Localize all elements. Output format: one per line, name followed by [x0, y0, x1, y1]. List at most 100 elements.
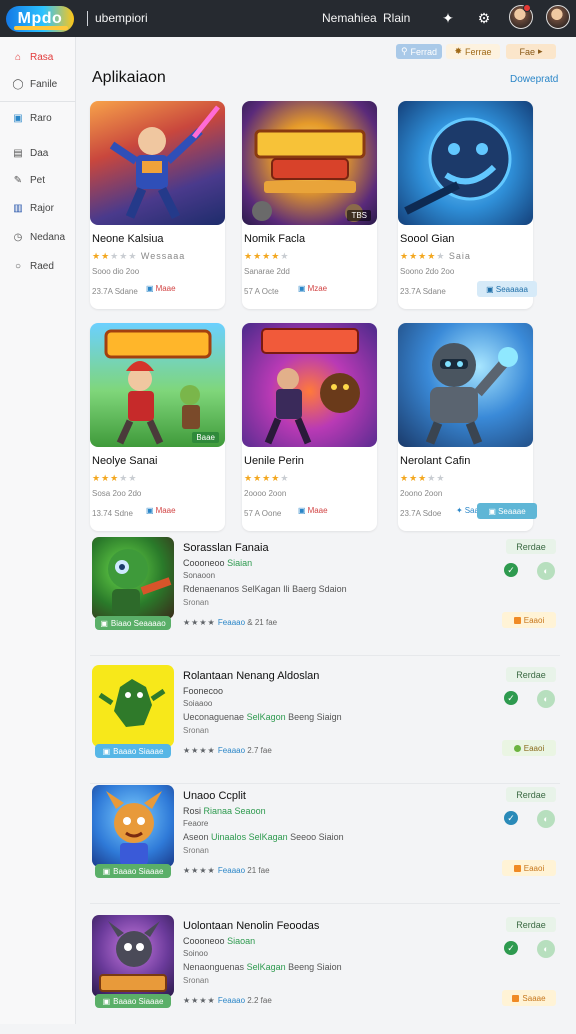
sidebar-item-label: Pet [30, 174, 46, 186]
star-icon: ★ [244, 473, 254, 483]
app-card[interactable]: Baae Neolye Sanai ★★★★★ Sosa 2oo 2do 13.… [90, 323, 225, 531]
window-icon: ▣ [488, 506, 499, 516]
app-image [398, 101, 533, 225]
chip-label: Ferrae [465, 46, 492, 57]
developer-highlight: Siaian [227, 558, 253, 568]
check-icon[interactable]: ✓ [504, 811, 518, 825]
toggle-icon[interactable]: ◐ [537, 562, 555, 580]
developer-label: Coooneoo [183, 936, 225, 946]
description-part: Rdenaenanos [183, 584, 240, 594]
rating-text: Wessaaa [137, 251, 186, 261]
button-label: Seaaae [498, 506, 526, 516]
app-thumbnail [92, 537, 174, 619]
rating-count: 2.2 fae [247, 996, 272, 1005]
download-pill[interactable]: ▣ Baaao Siaaae [95, 864, 171, 878]
sidebar-item-label: Rasa [30, 51, 54, 63]
filter-chip-2[interactable]: ✸ Ferrae [446, 44, 500, 59]
breadcrumb[interactable]: ubempiori [95, 11, 148, 25]
star-icon: ★ [92, 251, 102, 261]
nav-link-1[interactable]: Nemahiea [322, 11, 377, 25]
check-icon[interactable]: ✓ [504, 691, 518, 705]
app-size: 13.74 Sdne [92, 509, 133, 518]
action-button[interactable]: Eaaoi [502, 612, 556, 628]
star-icon: ★ [101, 473, 111, 483]
app-meta: 2oooo 2oon [244, 489, 287, 498]
app-tag[interactable]: ▣ Maae [298, 506, 328, 515]
star-rating: ★★★★★ [244, 251, 289, 262]
check-icon[interactable]: ✓ [504, 563, 518, 577]
tag-label: Maae [155, 284, 176, 293]
app-tag[interactable]: ▣ Mzae [298, 284, 327, 293]
star-rating: ★★★★★ Saia [400, 251, 471, 262]
action-label: Saaae [522, 993, 546, 1003]
nav-link-2[interactable]: Rlain [383, 11, 410, 25]
app-image [90, 101, 225, 225]
description-part: SelKagan [241, 584, 281, 594]
description-part: Seeoo Siaion [290, 832, 344, 842]
sidebar-item-pet[interactable]: ✎ Pet [0, 168, 76, 192]
row-rating: ★★★★ Feaaao & 21 fae [183, 618, 277, 627]
window-icon: ▣ [13, 112, 23, 124]
toggle-icon[interactable]: ◐ [537, 690, 555, 708]
app-size: 57 A Octe [244, 287, 279, 296]
app-card[interactable]: Neone Kalsiua ★★★★★ Wessaaa Sooo dio 2oo… [90, 101, 225, 309]
page-title: Aplikaiaon [92, 69, 166, 86]
action-label: Eaaoi [523, 615, 545, 625]
action-button[interactable]: Eaaoi [502, 860, 556, 876]
settings-icon[interactable]: ⚙ [475, 9, 493, 27]
row-rating: ★★★★ Feaaao 21 fae [183, 866, 270, 875]
app-card[interactable]: TBS Nomik Facla ★★★★★ Sanarae 2dd 57 A O… [242, 101, 377, 309]
action-button[interactable]: Saaae [502, 990, 556, 1006]
app-card[interactable]: Soool Gian ★★★★★ Saia Soono 2do 2oo 23.7… [398, 101, 537, 309]
app-card[interactable]: Nerolant Cafin ★★★★★ 2oono 2oon 23.7A Sd… [398, 323, 537, 531]
download-pill[interactable]: ▣ Biaao Seaaaao [95, 616, 171, 630]
get-button[interactable]: ▣ Seaaaaa [477, 281, 537, 297]
app-tag[interactable]: ▣ Maae [146, 506, 176, 515]
download-pill[interactable]: ▣ Baaao Siaaae [95, 744, 171, 758]
developer-highlight: Siaoan [227, 936, 256, 946]
check-icon[interactable]: ✓ [504, 941, 518, 955]
app-title: Sorasslan Fanaia [183, 542, 269, 554]
pill-label: Baaao Siaaae [113, 996, 164, 1006]
sidebar-item-fanile[interactable]: ◯ Fanile [0, 72, 76, 96]
puzzle-icon[interactable]: ✦ [439, 9, 457, 27]
description-part: Nenaonguenas [183, 962, 245, 972]
list-item[interactable]: ▣ Baaao Siaaae Rolantaan Nenang Aldoslan … [90, 660, 560, 784]
toggle-icon[interactable]: ◐ [537, 940, 555, 958]
sidebar-item-daa[interactable]: ▤ Daa [0, 141, 76, 165]
star-icon: ★ [262, 473, 272, 483]
app-meta: 2oono 2oon [400, 489, 443, 498]
description-part: Aseon [183, 832, 209, 842]
list-item[interactable]: ▣ Baaao Siaaae Unaoo Ccplit Rosi Rianaa S… [90, 780, 560, 904]
description-part: Ueconaguenae [183, 712, 245, 722]
download-pill[interactable]: ▣ Baaao Siaaae [95, 994, 171, 1008]
app-thumbnail [92, 915, 174, 997]
sidebar-item-rasa[interactable]: ⌂ Rasa [0, 45, 76, 69]
sidebar-item-raed[interactable]: ○ Raed [0, 254, 76, 278]
window-icon: ▣ [298, 284, 306, 293]
list-item[interactable]: ▣ Baaao Siaaae Uolontaan Nenolin Feoodas … [90, 910, 560, 1034]
get-button[interactable]: ▣ Seaaae [477, 503, 537, 519]
app-image: TBS [242, 101, 377, 225]
app-card[interactable]: Uenile Perin ★★★★★ 2oooo 2oon 57 A Oone … [242, 323, 377, 531]
star-icon: ★ [409, 473, 419, 483]
age-badge: Baae [192, 432, 219, 443]
sidebar-item-nedana[interactable]: ◷ Nedana [0, 225, 76, 249]
filter-chip-1[interactable]: ⚲ Ferrad [396, 44, 442, 59]
sidebar-item-rajor[interactable]: ▥ Rajor [0, 196, 76, 220]
action-label: Eaaoi [523, 743, 545, 753]
toggle-icon[interactable]: ◐ [537, 810, 555, 828]
sidebar-item-raro[interactable]: ▣ Raro [0, 106, 76, 130]
pill-label: Baaao Siaaae [113, 746, 164, 756]
app-tag[interactable]: ▣ Maae [146, 284, 176, 293]
avatar-secondary[interactable] [546, 5, 570, 29]
action-label: Eaaoi [523, 863, 545, 873]
filter-chip-3[interactable]: Fae ▸ [506, 44, 556, 59]
list-item[interactable]: ▣ Biaao Seaaaao Sorasslan Fanaia Coooneoo… [90, 532, 560, 656]
app-description: Nenaonguenas SelKagan Beeng Siaion [183, 962, 342, 972]
status-badge: Rerdae [506, 787, 556, 802]
action-button[interactable]: Eaaoi [502, 740, 556, 756]
see-all-link[interactable]: Dowepratd [510, 74, 558, 85]
star-icon: ★ [418, 251, 428, 261]
app-category: Sonaoon [183, 571, 216, 580]
